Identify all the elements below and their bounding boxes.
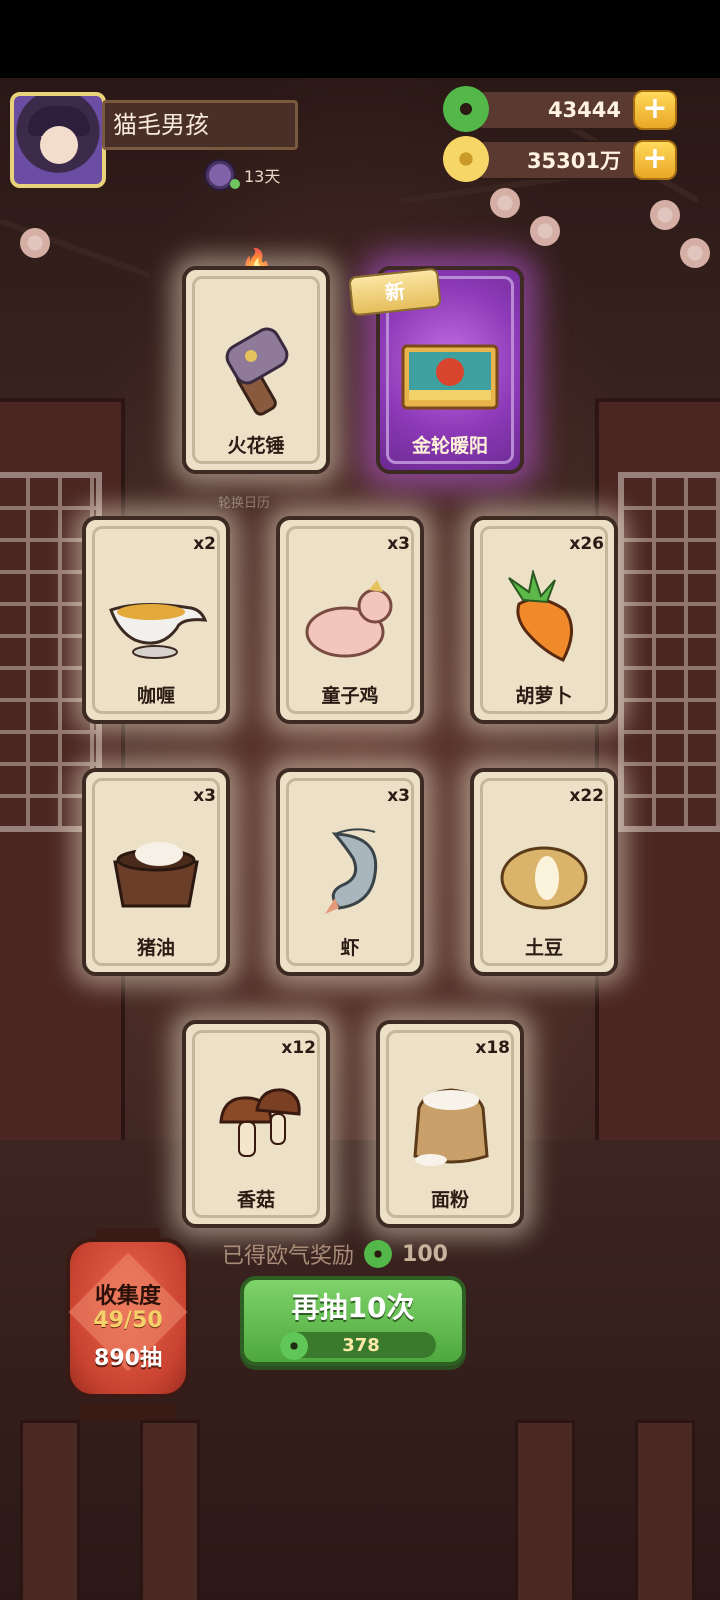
card-count: x12 <box>281 1038 316 1058</box>
draw-cost: 378 <box>286 1332 436 1358</box>
card-label: 咖喱 <box>136 685 175 707</box>
card-carrot[interactable]: x26 胡萝卜 <box>470 516 618 724</box>
card-label: 胡萝卜 <box>515 685 573 707</box>
card-chicken[interactable]: x3 童子鸡 <box>276 516 424 724</box>
draw-cost-value: 378 <box>342 1334 380 1356</box>
add-coin-button[interactable]: + <box>633 140 677 180</box>
card-label: 土豆 <box>524 937 563 959</box>
days-label: 13天 <box>244 167 281 186</box>
card-flour[interactable]: x18 面粉 <box>376 1020 524 1228</box>
days-icon <box>204 159 240 191</box>
card-lard[interactable]: x3 猪油 <box>82 768 230 976</box>
potato-icon <box>500 846 588 910</box>
card-count: x3 <box>387 786 410 806</box>
scene-picture-icon <box>401 344 499 410</box>
jade-icon <box>364 1240 393 1268</box>
jade-icon <box>443 86 489 132</box>
collection-draws: 890抽 <box>94 1346 162 1371</box>
coin-value: 35301万 <box>526 149 621 173</box>
card-label: 猪油 <box>136 937 175 959</box>
collection-progress: 49/50 <box>93 1308 163 1333</box>
card-count: x18 <box>475 1038 510 1058</box>
card-label: 火花锤 <box>227 435 285 457</box>
carrot-icon <box>508 570 573 662</box>
jade-counter: 43444 + <box>443 86 677 132</box>
jade-icon <box>280 1332 308 1360</box>
rotation-calendar-caption: 轮换日历 <box>218 496 271 511</box>
gravy-boat-icon <box>109 602 208 659</box>
card-count: x2 <box>193 534 216 554</box>
chicken-icon <box>305 580 393 658</box>
draw-button-label: 再抽10次 <box>291 1291 415 1324</box>
collection-lantern[interactable]: 收集度 49/50 890抽 <box>66 1228 190 1420</box>
card-hammer[interactable]: 火花锤 <box>182 266 330 474</box>
shrimp-icon <box>325 828 378 914</box>
card-count: x3 <box>193 786 216 806</box>
card-label: 童子鸡 <box>321 685 379 707</box>
flour-sack-icon <box>413 1088 489 1166</box>
coin-counter: 35301万 + <box>443 136 677 182</box>
draw-again-button[interactable]: 再抽10次 378 <box>240 1276 466 1366</box>
collection-title: 收集度 <box>94 1284 161 1309</box>
luck-reward: 已得欧气奖励 100 <box>222 1238 448 1270</box>
card-label: 金轮暖阳 <box>411 435 488 457</box>
card-label: 虾 <box>340 937 360 959</box>
hammer-icon <box>225 327 289 416</box>
card-potato[interactable]: x22 土豆 <box>470 768 618 976</box>
card-shrimp[interactable]: x3 虾 <box>276 768 424 976</box>
coin-icon <box>443 136 489 182</box>
card-mushroom[interactable]: x12 香菇 <box>182 1020 330 1228</box>
reward-amount: 100 <box>402 1241 448 1267</box>
reward-text: 已得欧气奖励 <box>222 1244 355 1269</box>
lard-bowl-icon <box>113 842 199 908</box>
jade-value: 43444 <box>547 98 621 122</box>
card-label: 面粉 <box>430 1189 469 1211</box>
card-label: 香菇 <box>236 1189 275 1211</box>
card-count: x22 <box>569 786 604 806</box>
add-jade-button[interactable]: + <box>633 90 677 130</box>
card-count: x3 <box>387 534 410 554</box>
mushroom-icon <box>219 1088 301 1157</box>
login-days: 13天 <box>204 158 280 192</box>
card-curry[interactable]: x2 咖喱 <box>82 516 230 724</box>
player-name: 猫毛男孩 <box>102 100 298 150</box>
player-avatar[interactable] <box>10 92 106 188</box>
card-count: x26 <box>569 534 604 554</box>
